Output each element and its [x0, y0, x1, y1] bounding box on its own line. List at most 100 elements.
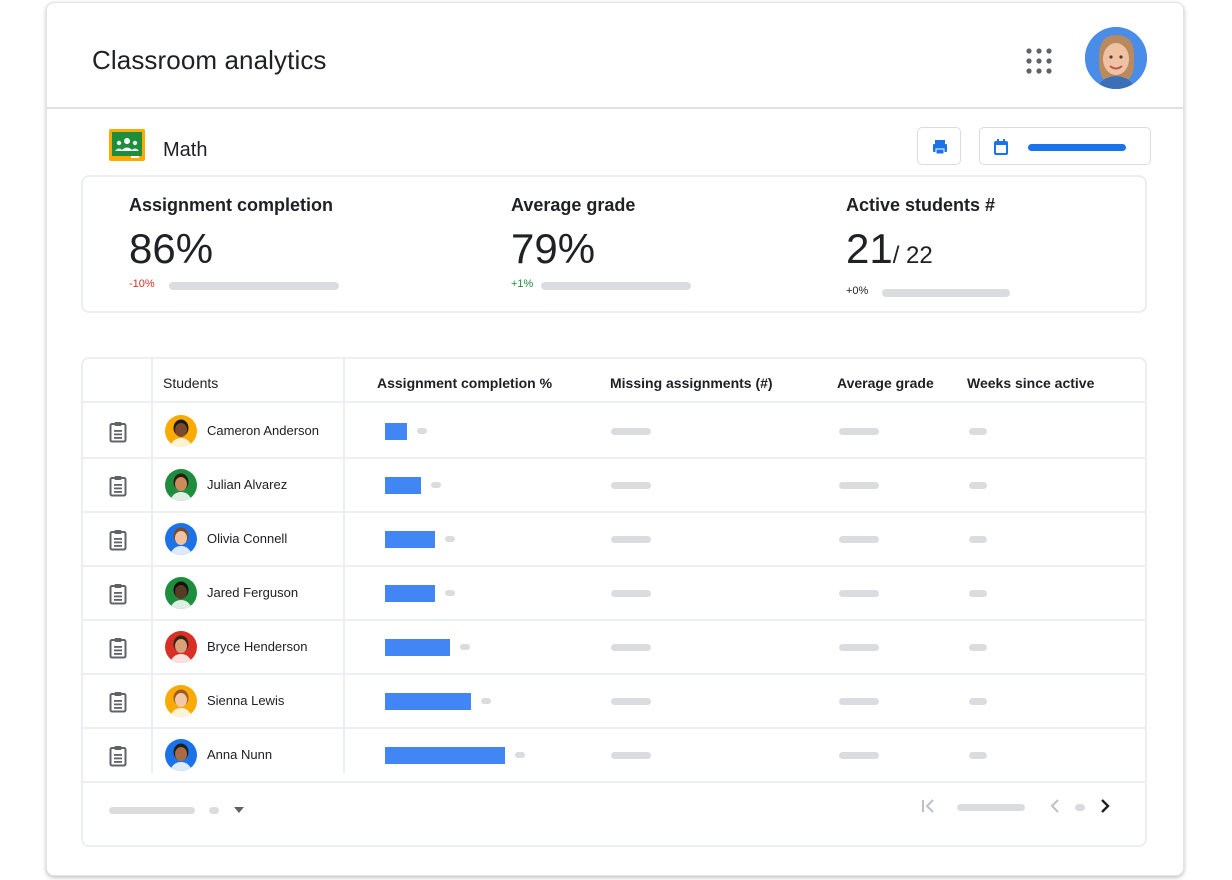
user-avatar[interactable] — [1085, 27, 1147, 89]
weeks-active-placeholder — [969, 590, 987, 597]
average-grade-placeholder — [839, 698, 879, 705]
page-number-placeholder — [1075, 804, 1085, 811]
completion-bar — [385, 477, 421, 494]
completion-value-placeholder — [445, 590, 455, 596]
clipboard-icon[interactable] — [109, 475, 127, 497]
stat-label: Average grade — [511, 195, 636, 215]
weeks-active-placeholder — [969, 482, 987, 489]
average-grade-placeholder — [839, 644, 879, 651]
student-name[interactable]: Olivia Connell — [207, 531, 287, 546]
stat-active-students: Active students # 21/ 22 +0% — [846, 195, 1010, 299]
student-avatar — [165, 685, 197, 717]
weeks-active-placeholder — [969, 698, 987, 705]
stat-label: Assignment completion — [129, 195, 334, 215]
student-name[interactable]: Bryce Henderson — [207, 639, 307, 654]
completion-bar — [385, 747, 505, 764]
stat-delta: +1% — [511, 278, 534, 290]
user-avatar-image — [1085, 27, 1147, 89]
print-icon — [933, 140, 947, 155]
apps-grid-icon[interactable] — [1025, 47, 1053, 75]
stat-delta: -10% — [129, 278, 155, 290]
analytics-card: Classroom analytics Math Assignment comp… — [46, 2, 1184, 876]
column-header-students[interactable]: Students — [163, 375, 218, 391]
calendar-icon — [994, 139, 1008, 155]
weeks-active-placeholder — [969, 428, 987, 435]
clipboard-icon[interactable] — [109, 637, 127, 659]
stat-placeholder-bar — [541, 282, 691, 290]
student-name[interactable]: Anna Nunn — [207, 747, 272, 762]
average-grade-placeholder — [839, 590, 879, 597]
clipboard-icon[interactable] — [109, 421, 127, 443]
student-avatar — [165, 415, 197, 447]
missing-assignments-placeholder — [611, 536, 651, 543]
clipboard-icon[interactable] — [109, 529, 127, 551]
print-button[interactable] — [917, 127, 961, 165]
completion-bar — [385, 585, 435, 602]
table-row[interactable]: Jared Ferguson — [83, 567, 1145, 621]
weeks-active-placeholder — [969, 644, 987, 651]
table-row[interactable]: Anna Nunn — [83, 729, 1145, 783]
table-header: Students Assignment completion % Missing… — [83, 359, 1145, 403]
stat-value: 21/ 22 — [846, 226, 995, 279]
average-grade-placeholder — [839, 428, 879, 435]
student-avatar — [165, 631, 197, 663]
chevron-left-icon[interactable] — [1047, 797, 1063, 815]
missing-assignments-placeholder — [611, 698, 651, 705]
clipboard-icon[interactable] — [109, 745, 127, 767]
column-header-grade[interactable]: Average grade — [837, 375, 934, 391]
weeks-active-placeholder — [969, 752, 987, 759]
page-range-placeholder — [957, 804, 1025, 811]
stat-value: 79% — [511, 225, 596, 272]
first-page-icon[interactable] — [919, 797, 937, 815]
student-name[interactable]: Jared Ferguson — [207, 585, 298, 600]
student-avatar — [165, 577, 197, 609]
table-row[interactable]: Bryce Henderson — [83, 621, 1145, 675]
completion-value-placeholder — [481, 698, 491, 704]
weeks-active-placeholder — [969, 536, 987, 543]
missing-assignments-placeholder — [611, 428, 651, 435]
stat-label: Active students # — [846, 195, 996, 215]
stat-delta: +0% — [846, 285, 869, 297]
clipboard-icon[interactable] — [109, 583, 127, 605]
column-header-completion[interactable]: Assignment completion % — [377, 375, 552, 391]
stat-placeholder-bar — [882, 289, 1010, 297]
student-name[interactable]: Sienna Lewis — [207, 693, 284, 708]
student-avatar — [165, 739, 197, 771]
completion-bar — [385, 531, 435, 548]
active-total: / 22 — [892, 242, 933, 269]
column-header-missing[interactable]: Missing assignments (#) — [610, 375, 773, 391]
rows-per-page-value-placeholder — [209, 807, 219, 814]
missing-assignments-placeholder — [611, 644, 651, 651]
completion-value-placeholder — [460, 644, 470, 650]
table-row[interactable]: Julian Alvarez — [83, 459, 1145, 513]
table-row[interactable]: Olivia Connell — [83, 513, 1145, 567]
dropdown-arrow-icon[interactable] — [233, 805, 245, 815]
average-grade-placeholder — [839, 482, 879, 489]
clipboard-icon[interactable] — [109, 691, 127, 713]
stat-placeholder-bar — [169, 282, 339, 290]
column-header-weeks[interactable]: Weeks since active — [967, 375, 1094, 391]
stat-average-grade: Average grade 79% +1% — [511, 195, 691, 292]
summary-stats: Assignment completion 86% -10% Average g… — [81, 175, 1147, 313]
completion-value-placeholder — [445, 536, 455, 542]
student-avatar — [165, 523, 197, 555]
student-name[interactable]: Cameron Anderson — [207, 423, 319, 438]
date-range-placeholder — [1028, 144, 1126, 151]
table-row[interactable]: Cameron Anderson — [83, 405, 1145, 459]
student-name[interactable]: Julian Alvarez — [207, 477, 287, 492]
table-row[interactable]: Sienna Lewis — [83, 675, 1145, 729]
class-name: Math — [163, 139, 208, 161]
average-grade-placeholder — [839, 752, 879, 759]
missing-assignments-placeholder — [611, 590, 651, 597]
date-range-button[interactable] — [979, 127, 1151, 165]
stat-assignment-completion: Assignment completion 86% -10% — [129, 195, 339, 292]
google-classroom-icon — [109, 129, 145, 161]
active-count: 21 — [846, 225, 893, 272]
completion-value-placeholder — [417, 428, 427, 434]
completion-bar — [385, 423, 407, 440]
app-header: Classroom analytics — [47, 3, 1183, 109]
student-avatar — [165, 469, 197, 501]
completion-bar — [385, 639, 450, 656]
missing-assignments-placeholder — [611, 752, 651, 759]
chevron-right-icon[interactable] — [1097, 797, 1113, 815]
